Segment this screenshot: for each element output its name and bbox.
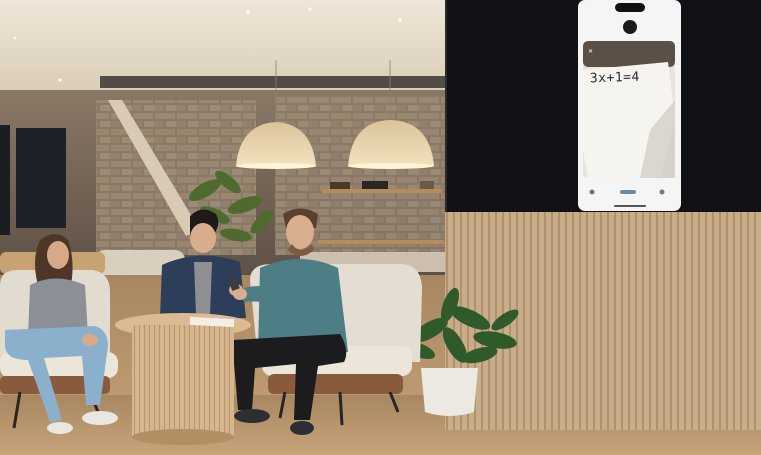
round-table (115, 313, 251, 445)
wood-slat-wall (445, 210, 761, 430)
scene-illustration: ✕ (0, 0, 761, 455)
wall-panel (16, 128, 66, 228)
plant-pot (421, 368, 478, 416)
handwritten-equation: 3x+1=4 (589, 69, 641, 87)
gallery-icon (589, 189, 595, 195)
settings-icon (659, 189, 665, 195)
photo-scene: ✕ 3x+1=4 (0, 0, 761, 455)
phone-display: ✕ (578, 0, 681, 211)
shelf (322, 189, 442, 193)
capture-icon (620, 190, 636, 194)
svg-text:✕: ✕ (588, 48, 593, 55)
ceiling-beam (100, 76, 445, 88)
camera-lens (623, 20, 637, 34)
